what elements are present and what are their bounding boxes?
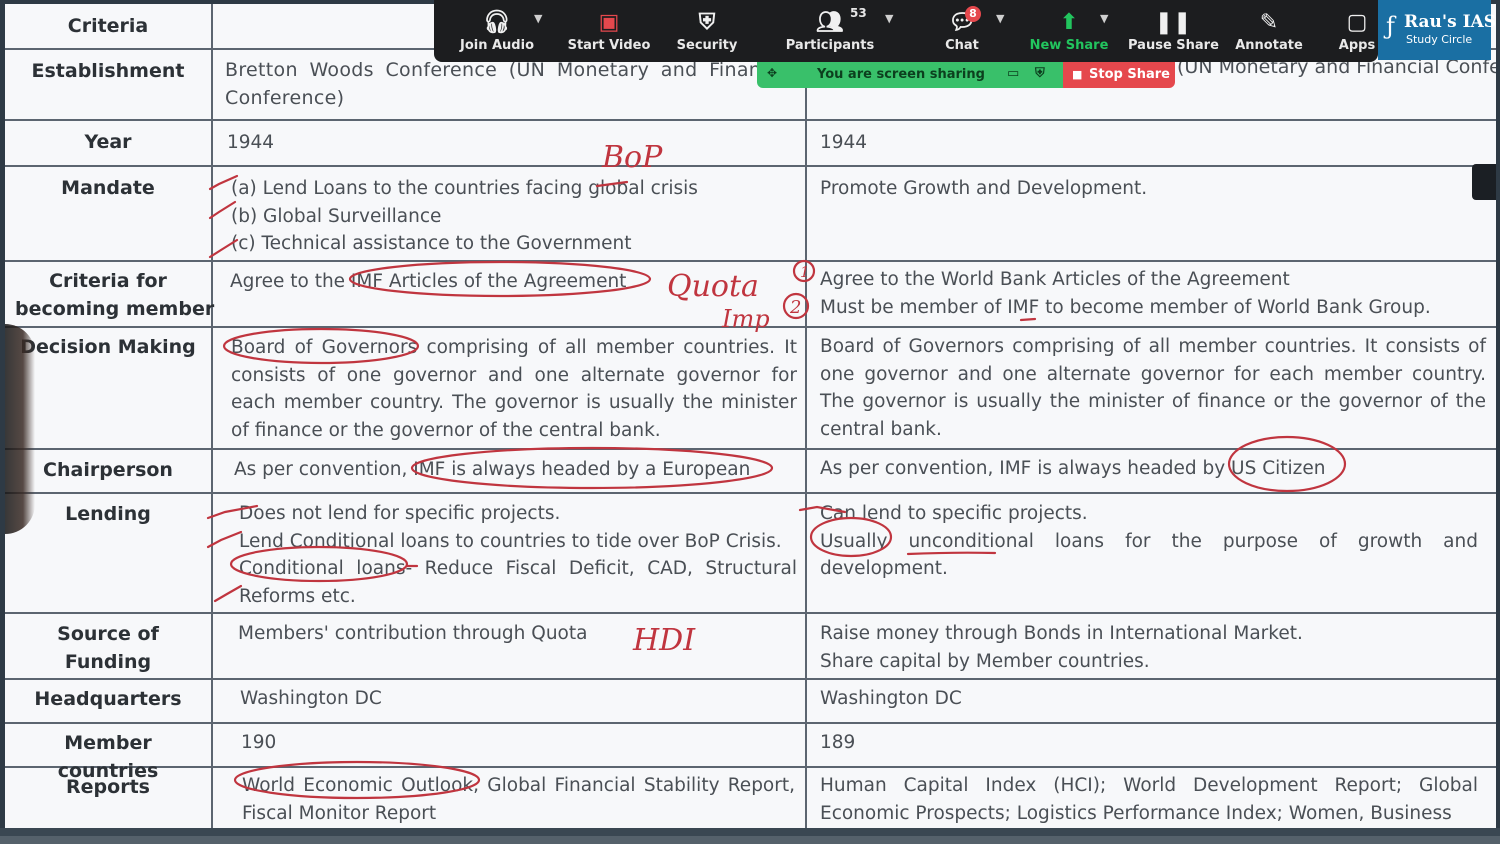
- wb-membership: Agree to the World Bank Articles of the …: [807, 262, 1496, 326]
- imf-lending: Does not lend for specific projects. Len…: [213, 494, 807, 612]
- sharing-status-text: You are screen sharing: [817, 67, 985, 82]
- table-row-year: Year 1944 1944: [5, 121, 1496, 167]
- chevron-down-icon[interactable]: ▼: [996, 12, 1004, 25]
- participants-count: 53: [850, 6, 867, 20]
- wb-funding: Raise money through Bonds in Internation…: [807, 614, 1496, 678]
- imf-members: 190: [213, 724, 807, 766]
- row-label: Establishment: [5, 50, 213, 119]
- row-label-line: Criteria for: [49, 270, 167, 292]
- wb-reports: Human Capital Index (HCI); World Develop…: [820, 775, 1478, 824]
- chevron-down-icon[interactable]: ▼: [1100, 12, 1108, 25]
- lending-item: Can lend to specific projects.: [820, 503, 1088, 524]
- mandate-item: (b) Global Surveillance: [231, 205, 442, 227]
- wb-chairperson: As per convention, IMF is always headed …: [820, 458, 1326, 479]
- lending-item: Does not lend for specific projects.: [239, 503, 561, 524]
- taskbar-strip: [0, 828, 1500, 844]
- imf-funding: Members' contribution through Quota: [213, 614, 807, 678]
- wb-headquarters: Washington DC: [820, 688, 962, 709]
- screen-sharing-banner: ✥ You are screen sharing ▭ ⛨: [757, 62, 1063, 88]
- mandate-item: (c) Technical assistance to the Governme…: [231, 233, 632, 254]
- table-row-chairperson: Chairperson As per convention, IMF is al…: [5, 450, 1496, 494]
- side-panel-handle[interactable]: [1472, 164, 1496, 200]
- shield-icon: ⛨: [698, 10, 716, 35]
- row-label: Year: [5, 121, 213, 165]
- lending-item: Conditional loans- Reduce Fiscal Deficit…: [239, 558, 797, 607]
- lending-item: Usually unconditional loans for the purp…: [820, 530, 1478, 580]
- funding-item: Raise money through Bonds in Internation…: [820, 623, 1303, 644]
- row-label-line: becoming member: [15, 297, 215, 320]
- row-label: Member countries: [5, 724, 213, 782]
- row-label: Mandate: [5, 167, 213, 260]
- imf-year: 1944: [213, 121, 807, 165]
- wb-decision: Board of Governors comprising of all mem…: [820, 336, 1486, 440]
- imf-reports: World Economic Outlook, Global Financial…: [213, 768, 807, 828]
- join-audio-button[interactable]: 🎧︎ Join Audio: [452, 8, 542, 62]
- stop-icon: ■: [1072, 68, 1083, 81]
- mandate-item: (a) Lend Loans to the countries facing g…: [231, 178, 698, 199]
- row-label: Reports: [5, 768, 213, 828]
- chevron-down-icon[interactable]: ▼: [885, 12, 893, 25]
- imf-headquarters: Washington DC: [213, 680, 807, 722]
- drag-handle-icon[interactable]: ✥: [767, 66, 777, 80]
- table-row-mandate: Mandate (a) Lend Loans to the countries …: [5, 167, 1496, 262]
- membership-item: Agree to the World Bank Articles of the …: [820, 269, 1290, 290]
- shared-screen: Criteria Establishment Bretton Woods Con…: [5, 4, 1496, 828]
- rau-ias-logo: ƒ Rau's IAS Study Circle: [1378, 0, 1496, 60]
- criteria-header: Criteria: [5, 4, 213, 48]
- row-label: Criteria for becoming member: [5, 262, 215, 326]
- chat-button[interactable]: 💬︎ Chat: [920, 8, 1004, 62]
- imf-chairperson: As per convention, IMF is always headed …: [213, 450, 807, 492]
- chat-icon: 💬︎: [948, 10, 976, 35]
- table-row-headquarters: Headquarters Washington DC Washington DC: [5, 680, 1496, 724]
- funding-item: Share capital by Member countries.: [820, 650, 1150, 672]
- presenter-edge: [5, 324, 35, 534]
- row-label: Lending: [5, 494, 213, 612]
- pencil-icon: ✎: [1259, 10, 1279, 35]
- chat-unread-badge: 8: [965, 6, 981, 22]
- pause-icon: ❚❚: [1154, 10, 1192, 35]
- apps-icon: ▢: [1346, 10, 1368, 35]
- security-button[interactable]: ⛨ Security: [662, 8, 752, 62]
- chevron-down-icon[interactable]: ▼: [534, 12, 542, 25]
- row-label: Source of Funding: [5, 614, 213, 678]
- lending-item: Lend Conditional loans to countries to t…: [239, 530, 782, 552]
- annotate-button[interactable]: ✎ Annotate: [1226, 8, 1312, 62]
- table-row-members: Member countries 190 189: [5, 724, 1496, 782]
- headphones-icon: 🎧︎: [483, 10, 511, 35]
- video-off-icon: ▣: [598, 10, 620, 35]
- imf-decision: Board of Governors comprising of all mem…: [213, 328, 807, 448]
- imf-membership: Agree to the IMF Articles of the Agreeme…: [213, 262, 807, 326]
- imf-mandate: (a) Lend Loans to the countries facing g…: [213, 167, 807, 260]
- row-label: Chairperson: [5, 450, 213, 492]
- wb-lending: Can lend to specific projects. Usually u…: [807, 494, 1496, 612]
- membership-item: Must be member of IMF to become member o…: [820, 296, 1431, 318]
- wb-mandate: Promote Growth and Development.: [820, 178, 1148, 199]
- logo-mark-icon: ƒ: [1386, 12, 1395, 40]
- meeting-toolbar: 🎧︎ Join Audio ▼ ▣ Start Video ⛨ Security…: [434, 0, 1378, 62]
- table-row-decision: Decision Making Board of Governors compr…: [5, 328, 1496, 450]
- pause-share-button[interactable]: ❚❚ Pause Share: [1128, 8, 1219, 62]
- apps-button[interactable]: ▢ Apps: [1332, 8, 1382, 62]
- row-label: Headquarters: [5, 680, 213, 722]
- wb-members: 189: [820, 732, 856, 753]
- wb-year: 1944: [820, 132, 868, 153]
- row-label: Decision Making: [5, 328, 213, 448]
- table-row-funding: Source of Funding Members' contribution …: [5, 614, 1496, 680]
- start-video-button[interactable]: ▣ Start Video: [564, 8, 654, 62]
- table-row-reports: Reports World Economic Outlook, Global F…: [5, 768, 1496, 828]
- monitor-icon: ▭: [1007, 66, 1020, 81]
- table-row-membership: Criteria for becoming member Agree to th…: [5, 262, 1496, 328]
- table-row-lending: Lending Does not lend for specific proje…: [5, 494, 1496, 614]
- shield-icon: ⛨: [1035, 66, 1045, 81]
- stop-share-button[interactable]: ■ Stop Share: [1063, 62, 1175, 88]
